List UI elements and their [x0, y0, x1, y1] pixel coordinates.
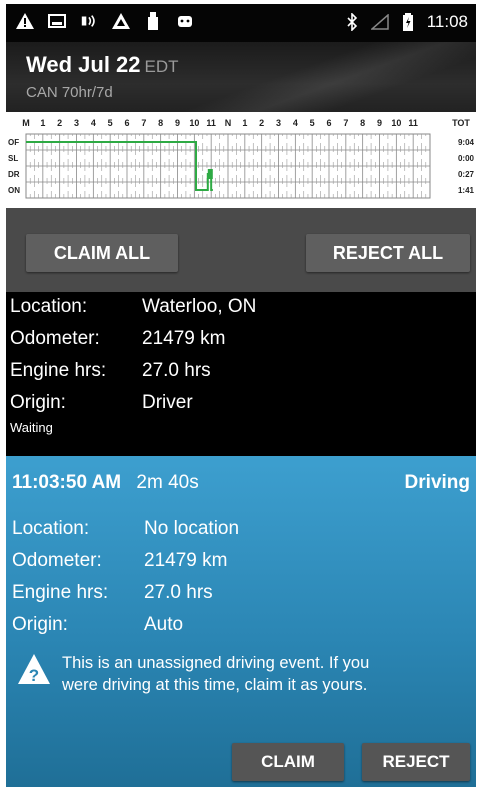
origin-label: Origin:	[10, 392, 66, 413]
status-row-label: DR	[8, 170, 20, 179]
hour-label: 10	[189, 118, 199, 128]
signal-icon	[370, 13, 389, 31]
engine-hours-value: 27.0 hrs	[142, 360, 211, 381]
hour-label: 8	[360, 118, 365, 128]
hour-label: 2	[57, 118, 62, 128]
event-engine-row: Engine hrs: 27.0 hrs	[12, 582, 213, 604]
event-location-row: Location: No location	[12, 518, 239, 540]
timezone: EDT	[144, 57, 179, 76]
event-header: 11:03:50 AM 2m 40s	[12, 472, 199, 494]
status-row-total: 9:04	[458, 138, 475, 147]
event-odometer-row: Odometer: 21479 km	[10, 328, 225, 350]
hour-label: 5	[310, 118, 315, 128]
reject-all-button[interactable]: REJECT ALL	[306, 234, 470, 272]
hour-label: 7	[141, 118, 146, 128]
event-engine-row: Engine hrs: 27.0 hrs	[10, 360, 211, 382]
event-card-waiting[interactable]: Location: Waterloo, ON Odometer: 21479 k…	[6, 292, 476, 456]
hour-label: 11	[408, 118, 418, 128]
event-location-row: Location: Waterloo, ON	[10, 296, 256, 318]
engine-hours-label: Engine hrs:	[10, 360, 107, 381]
hour-label: 9	[377, 118, 382, 128]
warning-icon	[112, 12, 130, 30]
warning-icon	[16, 12, 34, 30]
status-row-total: 0:00	[458, 154, 475, 163]
event-card-driving[interactable]: 11:03:50 AM 2m 40s Driving Location: No …	[6, 456, 476, 787]
warning-message: This is an unassigned driving event. If …	[62, 654, 370, 694]
event-origin-row: Origin: Auto	[12, 614, 183, 636]
driving-segment-marker	[207, 169, 213, 179]
hour-label: 5	[108, 118, 113, 128]
hour-label: 9	[175, 118, 180, 128]
hour-label: N	[225, 118, 232, 128]
odometer-value: 21479 km	[142, 328, 226, 349]
svg-text:?: ?	[29, 666, 39, 685]
log-date: Wed Jul 22 EDT	[26, 52, 179, 77]
hour-label: 4	[293, 118, 298, 128]
event-origin-row: Origin: Driver	[10, 392, 193, 414]
hour-label: 6	[124, 118, 129, 128]
warning-question-icon: ?	[16, 652, 52, 691]
odometer-label: Odometer:	[12, 550, 102, 571]
status-row-label: OF	[8, 138, 19, 147]
reject-button[interactable]: REJECT	[362, 743, 470, 781]
android-icon	[176, 12, 194, 30]
notification-icons	[16, 12, 194, 30]
image-icon	[48, 12, 66, 30]
hour-label: 1	[242, 118, 247, 128]
header-background	[176, 42, 476, 112]
status-row-label: SL	[8, 154, 18, 163]
hour-label: 2	[259, 118, 264, 128]
hour-label: 10	[391, 118, 401, 128]
claim-button[interactable]: CLAIM	[232, 743, 344, 781]
event-status: Driving	[404, 472, 470, 493]
engine-hours-label: Engine hrs:	[12, 582, 109, 603]
odometer-label: Odometer:	[10, 328, 100, 349]
event-start-time: 11:03:50 AM	[12, 472, 122, 493]
hour-label: 4	[91, 118, 96, 128]
event-odometer-row: Odometer: 21479 km	[12, 550, 227, 572]
bulk-actions-bar: CLAIM ALL REJECT ALL	[6, 208, 476, 292]
hour-label: 8	[158, 118, 163, 128]
origin-label: Origin:	[12, 614, 68, 635]
hour-label: 7	[343, 118, 348, 128]
location-value: No location	[144, 518, 240, 539]
hour-label: 3	[74, 118, 79, 128]
hour-label: 3	[276, 118, 281, 128]
system-icons: 11:08	[343, 12, 468, 32]
hour-label: 6	[326, 118, 331, 128]
usb-icon	[144, 12, 162, 30]
origin-value: Auto	[144, 614, 184, 635]
engine-hours-value: 27.0 hrs	[144, 582, 213, 603]
day-header[interactable]: Wed Jul 22 EDT CAN 70hr/7d	[6, 42, 476, 112]
claim-all-button[interactable]: CLAIM ALL	[26, 234, 178, 272]
log-grid-chart: M 1 2 3 4 5 6 7 8 9 10 11 N 1 2 3 4 5 6 7 8 9 10 11 TOTOF 9:04SL 0…	[8, 118, 475, 199]
status-row-total: 0:27	[458, 170, 475, 179]
location-value: Waterloo, ON	[142, 296, 257, 317]
hour-label: 11	[206, 118, 216, 128]
bluetooth-icon	[343, 13, 361, 31]
cycle-rule: CAN 70hr/7d	[26, 84, 113, 101]
clock: 11:08	[426, 12, 468, 31]
hour-label: M	[22, 118, 30, 128]
unassigned-warning: ? This is an unassigned driving event. I…	[16, 652, 466, 696]
battery-icon	[399, 13, 417, 31]
status-row-total: 1:41	[458, 186, 475, 195]
total-header-label: TOT	[452, 118, 470, 128]
status-bar: 11:08	[6, 4, 476, 42]
event-note: Waiting	[10, 420, 53, 435]
nfc-icon	[80, 12, 98, 30]
hour-label: 1	[40, 118, 45, 128]
location-label: Location:	[12, 518, 90, 539]
event-duration: 2m 40s	[136, 472, 199, 493]
duty-status-graph[interactable]: M 1 2 3 4 5 6 7 8 9 10 11 N 1 2 3 4 5 6 7 8 9 10 11 TOT OF 9:04 SL 0…	[6, 112, 476, 208]
status-row-label: ON	[8, 186, 20, 195]
location-label: Location:	[10, 296, 88, 317]
origin-value: Driver	[142, 392, 193, 413]
app-screen: 11:08 Wed Jul 22 EDT CAN 70hr/7d M1234567…	[6, 4, 476, 787]
odometer-value: 21479 km	[144, 550, 228, 571]
